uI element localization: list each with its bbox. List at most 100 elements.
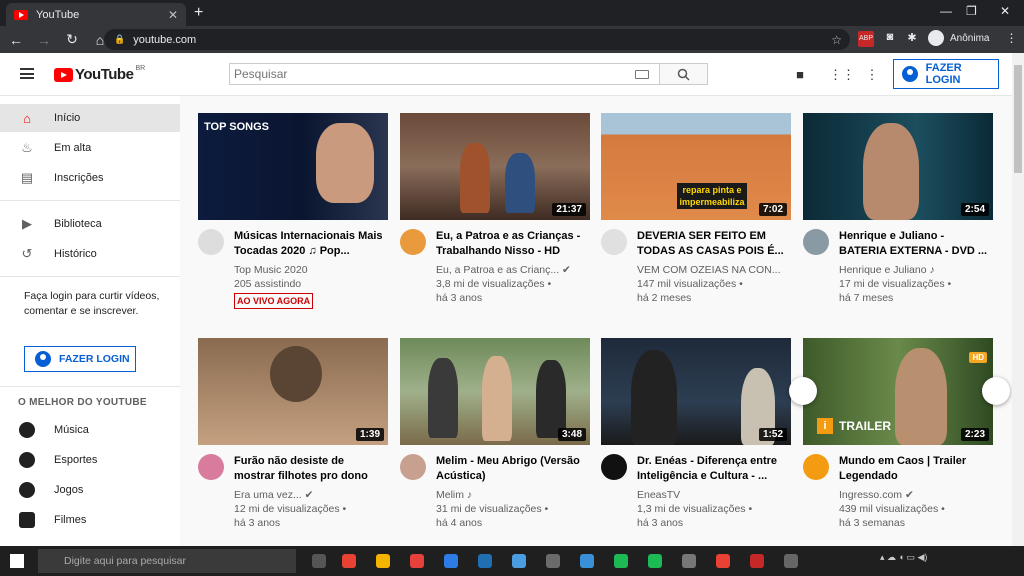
- carousel-prev-button[interactable]: [789, 377, 817, 405]
- video-thumbnail[interactable]: TOP SONGS: [198, 113, 388, 220]
- channel-name[interactable]: Era uma vez... ✔: [234, 488, 384, 502]
- video-thumbnail[interactable]: repara pinta e impermeabiliza 7:02: [601, 113, 791, 220]
- video-thumbnail[interactable]: 2:54: [803, 113, 993, 220]
- restore-icon[interactable]: ❐: [966, 4, 977, 18]
- channel-avatar[interactable]: [601, 229, 627, 255]
- forward-icon[interactable]: →: [32, 32, 56, 48]
- video-card[interactable]: 2:54 Henrique e Juliano - BATERIA EXTERN…: [803, 113, 993, 304]
- scrollbar-thumb[interactable]: [1014, 65, 1022, 173]
- tab-youtube[interactable]: YouTube ✕: [6, 3, 186, 26]
- app-icon[interactable]: [682, 554, 696, 568]
- extensions-puzzle-icon[interactable]: ✱: [904, 31, 920, 47]
- video-title[interactable]: Dr. Enéas - Diferença entre Inteligência…: [637, 454, 787, 484]
- close-window-icon[interactable]: ✕: [1000, 4, 1010, 18]
- video-title[interactable]: Mundo em Caos | Trailer Legendado: [839, 454, 989, 484]
- video-title[interactable]: Eu, a Patroa e as Crianças - Trabalhando…: [436, 229, 586, 259]
- sidebar-item-home[interactable]: ⌂ Início: [0, 104, 180, 132]
- browser-menu-icon[interactable]: ⋮: [1005, 31, 1017, 45]
- keyboard-icon[interactable]: [635, 70, 649, 79]
- settings-more-icon[interactable]: ⋮: [864, 67, 880, 83]
- video-duration: 1:39: [355, 428, 384, 441]
- video-thumbnail[interactable]: 3:48: [400, 338, 590, 445]
- video-card[interactable]: 3:48 Melim - Meu Abrigo (Versão Acústica…: [400, 338, 590, 529]
- channel-avatar[interactable]: [198, 229, 224, 255]
- extension-abp-icon[interactable]: ABP: [858, 31, 874, 47]
- channel-avatar[interactable]: [198, 454, 224, 480]
- channel-avatar[interactable]: [400, 454, 426, 480]
- sidebar-item-history[interactable]: ↺ Histórico: [0, 240, 180, 268]
- sidebar-item-trending[interactable]: ♨ Em alta: [0, 134, 180, 162]
- back-icon[interactable]: ←: [4, 32, 28, 48]
- app-icon[interactable]: [410, 554, 424, 568]
- channel-avatar[interactable]: [601, 454, 627, 480]
- channel-avatar[interactable]: [400, 229, 426, 255]
- channel-name[interactable]: Eu, a Patroa e as Crianç... ✔: [436, 263, 586, 277]
- app-icon[interactable]: [512, 554, 526, 568]
- system-tray[interactable]: ▴ ☁ ◖ ▭ ◀): [880, 552, 927, 563]
- task-view-icon[interactable]: [312, 554, 326, 568]
- youtube-logo[interactable]: YouTube BR: [54, 65, 145, 83]
- app-icon[interactable]: [648, 554, 662, 568]
- chrome-app-icon[interactable]: [342, 554, 356, 568]
- create-video-icon[interactable]: ■: [792, 67, 808, 83]
- address-bar[interactable]: 🔒 youtube.com ☆: [104, 29, 850, 50]
- app-icon[interactable]: [750, 554, 764, 568]
- video-thumbnail[interactable]: 1:52: [601, 338, 791, 445]
- camera-extension-icon[interactable]: ◙: [882, 31, 898, 47]
- carousel-next-button[interactable]: [982, 377, 1010, 405]
- video-card[interactable]: 1:52 Dr. Enéas - Diferença entre Intelig…: [601, 338, 791, 529]
- sidebar-item-music[interactable]: Música: [0, 416, 180, 444]
- close-tab-icon[interactable]: ✕: [168, 8, 178, 22]
- incognito-profile[interactable]: Anônima ⋮: [928, 30, 1017, 46]
- channel-name[interactable]: Melim ♪: [436, 488, 586, 502]
- windows-start-icon[interactable]: [10, 554, 24, 568]
- app-icon[interactable]: [478, 554, 492, 568]
- page-scrollbar[interactable]: [1012, 53, 1024, 546]
- search-button[interactable]: [660, 63, 708, 85]
- new-tab-icon[interactable]: +: [194, 4, 203, 22]
- channel-name[interactable]: EneasTV: [637, 488, 787, 502]
- login-button[interactable]: FAZER LOGIN: [893, 59, 999, 89]
- channel-name[interactable]: Top Music 2020: [234, 263, 384, 277]
- minimize-icon[interactable]: —: [940, 4, 952, 18]
- channel-name[interactable]: Ingresso.com ✔: [839, 488, 989, 502]
- video-card[interactable]: 1:39 Furão não desiste de mostrar filhot…: [198, 338, 388, 529]
- reload-icon[interactable]: ↻: [60, 31, 84, 48]
- video-title[interactable]: Furão não desiste de mostrar filhotes pr…: [234, 454, 384, 484]
- sidebar-item-subscriptions[interactable]: ▤ Inscrições: [0, 164, 180, 192]
- video-card[interactable]: TOP SONGS Músicas Internacionais Mais To…: [198, 113, 388, 309]
- sidebar-item-movies[interactable]: Filmes: [0, 506, 180, 534]
- video-title[interactable]: Melim - Meu Abrigo (Versão Acústica): [436, 454, 586, 484]
- explorer-app-icon[interactable]: [376, 554, 390, 568]
- video-title[interactable]: DEVERIA SER FEITO EM TODAS AS CASAS POIS…: [637, 229, 787, 259]
- sidebar-item-library[interactable]: ▶ Biblioteca: [0, 210, 180, 238]
- app-icon[interactable]: [444, 554, 458, 568]
- app-icon[interactable]: [614, 554, 628, 568]
- video-thumbnail[interactable]: HD i TRAILER 2:23: [803, 338, 993, 445]
- bookmark-star-icon[interactable]: ☆: [831, 33, 842, 47]
- app-icon[interactable]: [716, 554, 730, 568]
- channel-name[interactable]: Henrique e Juliano ♪: [839, 263, 989, 277]
- games-icon: [18, 481, 36, 499]
- video-thumbnail[interactable]: 1:39: [198, 338, 388, 445]
- video-title[interactable]: Músicas Internacionais Mais Tocadas 2020…: [234, 229, 384, 259]
- channel-avatar[interactable]: [803, 454, 829, 480]
- video-thumbnail[interactable]: 21:37: [400, 113, 590, 220]
- hamburger-menu-icon[interactable]: [20, 68, 34, 79]
- app-icon[interactable]: [784, 554, 798, 568]
- search-input[interactable]: [234, 67, 624, 81]
- app-icon[interactable]: [546, 554, 560, 568]
- channel-name[interactable]: VEM COM OZEIAS NA CON...: [637, 263, 787, 277]
- video-title[interactable]: Henrique e Juliano - BATERIA EXTERNA - D…: [839, 229, 989, 259]
- login-prompt: Faça login para curtir vídeos, comentar …: [24, 290, 160, 317]
- channel-avatar[interactable]: [803, 229, 829, 255]
- video-card[interactable]: repara pinta e impermeabiliza 7:02 DEVER…: [601, 113, 791, 304]
- video-card[interactable]: 21:37 Eu, a Patroa e as Crianças - Traba…: [400, 113, 590, 304]
- apps-grid-icon[interactable]: ⋮⋮: [829, 67, 855, 83]
- app-icon[interactable]: [580, 554, 594, 568]
- sidebar-item-games[interactable]: Jogos: [0, 476, 180, 504]
- taskbar-search[interactable]: Digite aqui para pesquisar: [38, 549, 296, 573]
- video-card[interactable]: HD i TRAILER 2:23 Mundo em Caos | Traile…: [803, 338, 993, 529]
- sidebar-item-sports[interactable]: Esportes: [0, 446, 180, 474]
- sidebar-login-button[interactable]: FAZER LOGIN: [24, 346, 136, 372]
